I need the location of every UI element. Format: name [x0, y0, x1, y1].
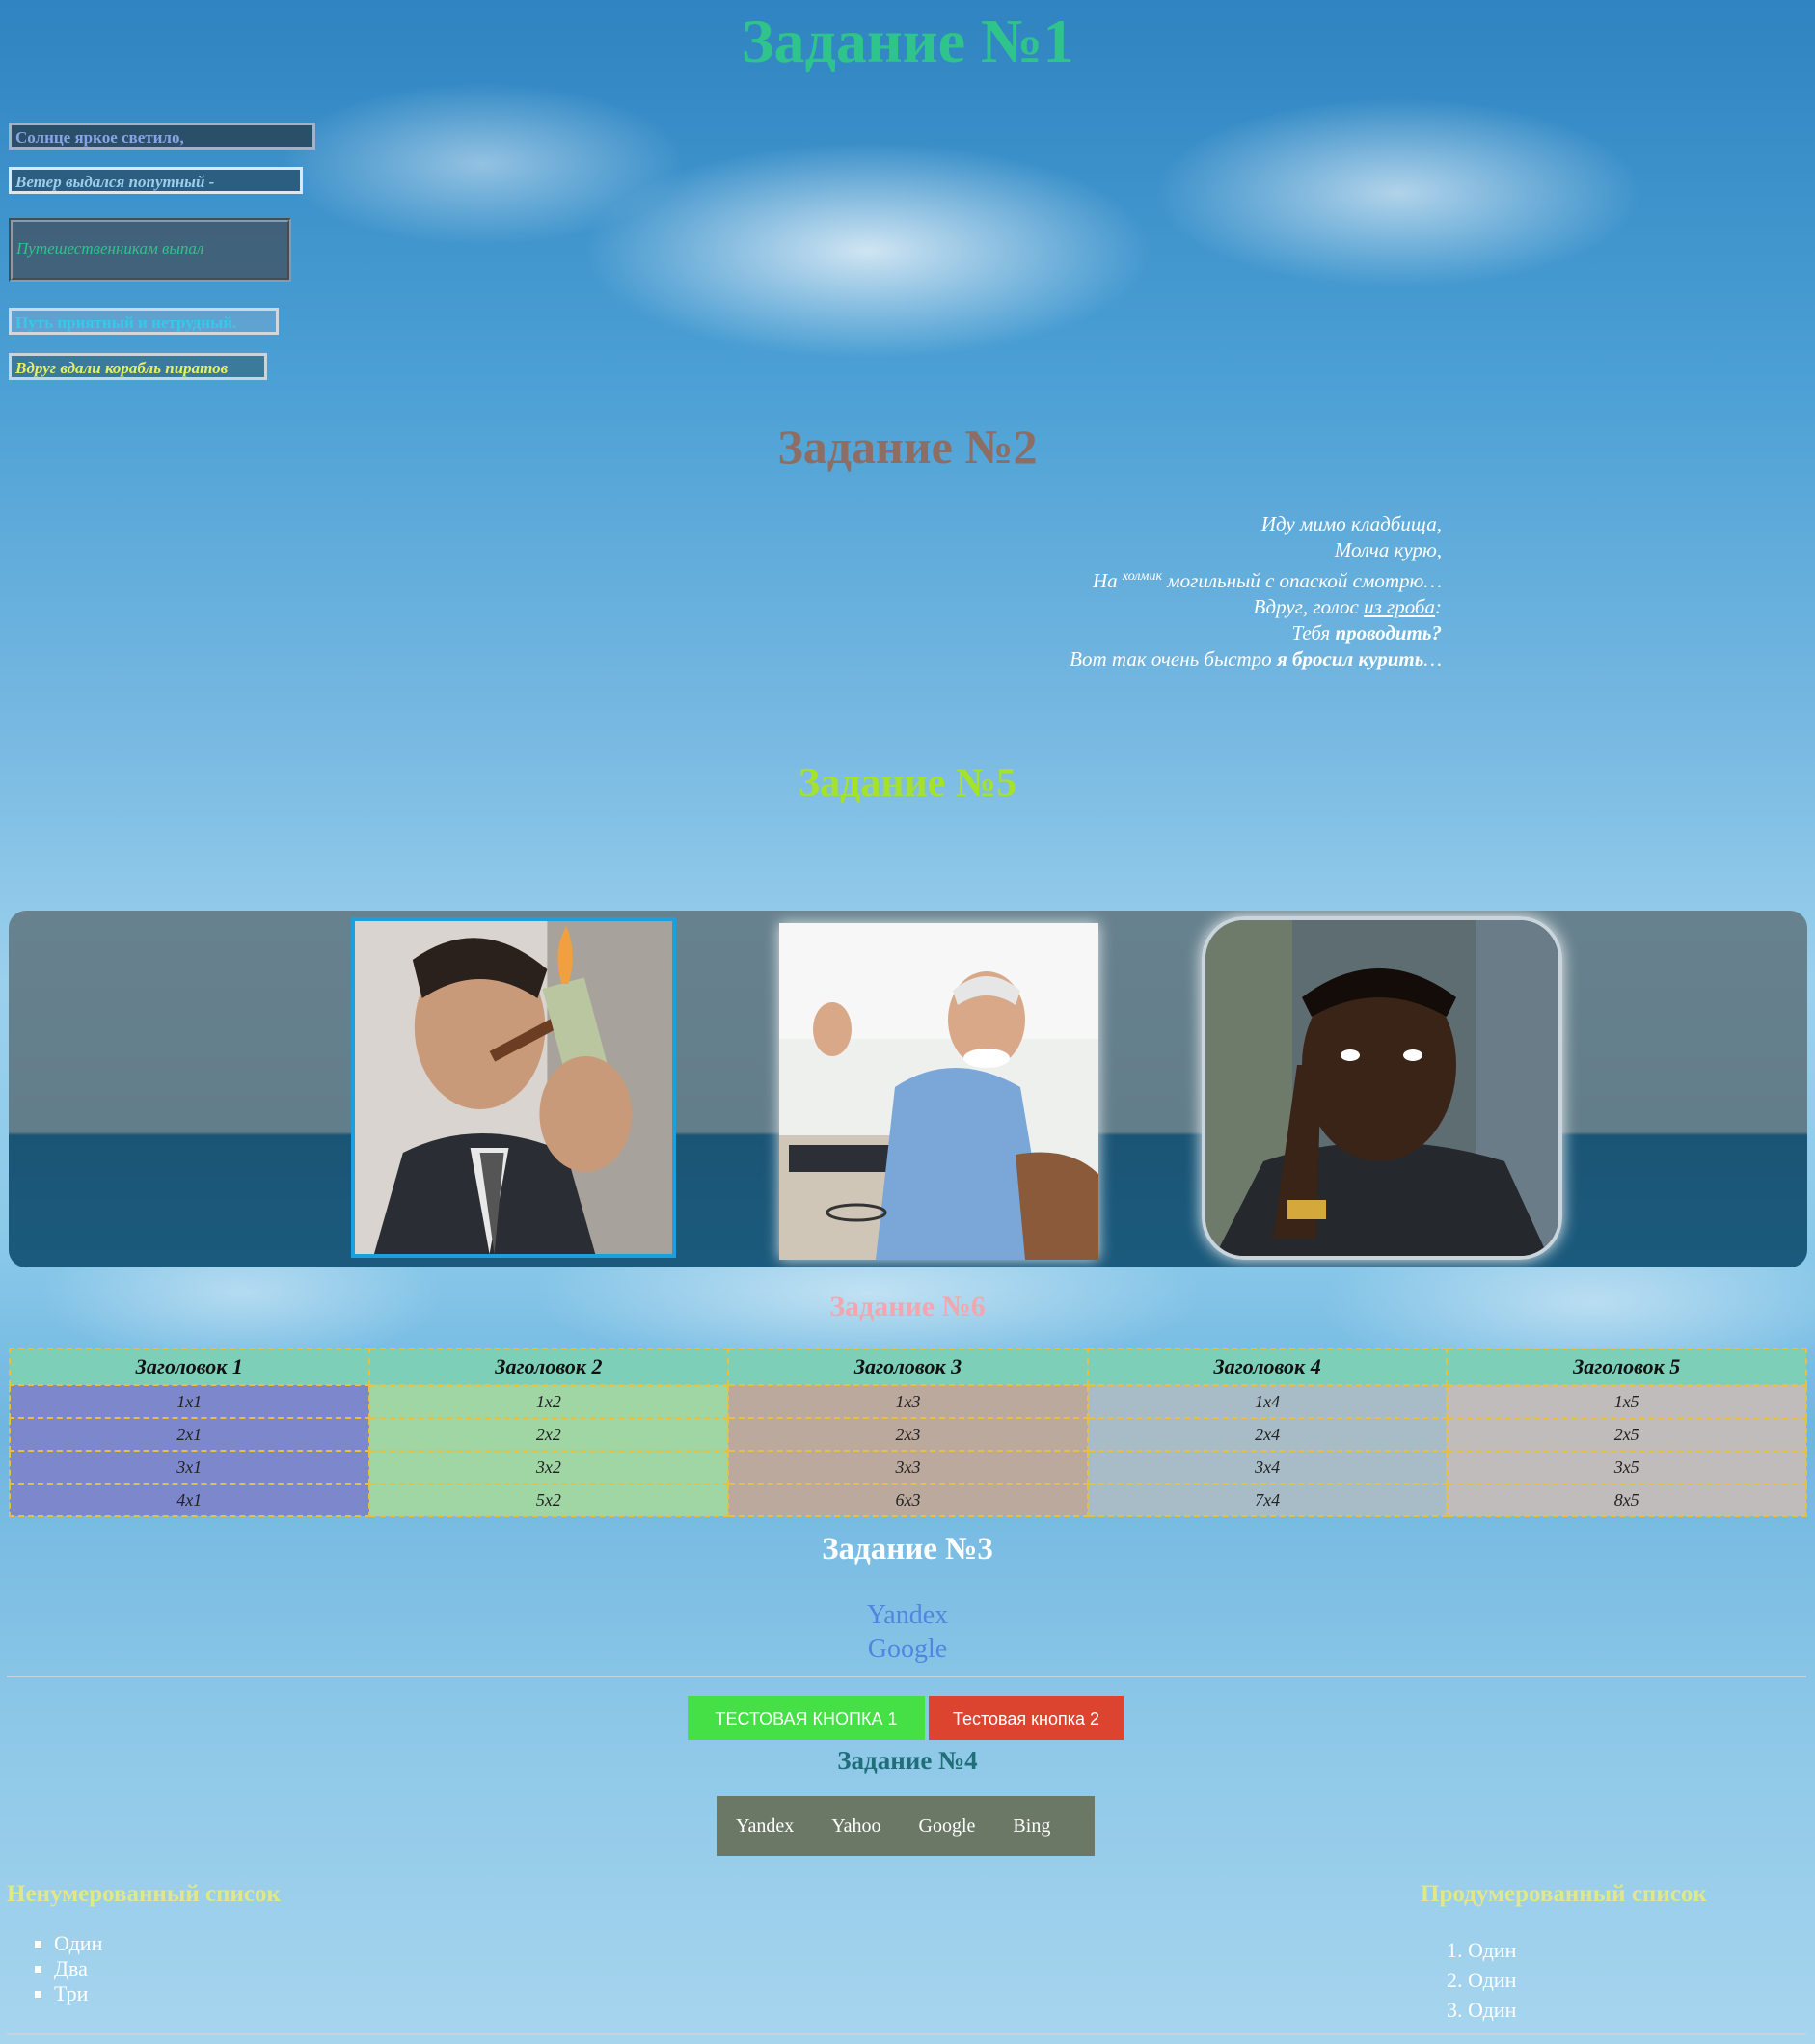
poem-line-3-end: могильный с опаской смотрю…: [1162, 569, 1442, 592]
table-row: 1x1 1x2 1x3 1x4 1x5: [9, 1384, 1807, 1419]
divider: [7, 2033, 1806, 2035]
google-link[interactable]: Google: [0, 1634, 1815, 1665]
table-cell: 1x1: [9, 1384, 370, 1419]
table-cell: 4x1: [9, 1483, 370, 1517]
task6-title: Задание №6: [829, 1291, 986, 1322]
list-item: Два: [54, 1956, 102, 1981]
table-header-cell: Заголовок 1: [9, 1348, 370, 1386]
table-cell: 1x3: [727, 1384, 1089, 1419]
table-cell: 5x2: [367, 1483, 730, 1517]
thinking-man-photo: [1202, 916, 1562, 1260]
task4-title: Задание №4: [837, 1746, 978, 1775]
search-engine-nav: Yandex Yahoo Google Bing: [717, 1796, 1095, 1856]
table-header-cell: Заголовок 4: [1086, 1348, 1449, 1386]
poem-line-6-start: Вот так очень быстро: [1070, 647, 1277, 670]
nav-item-yandex[interactable]: Yandex: [736, 1815, 794, 1838]
table-cell: 1x2: [367, 1384, 730, 1419]
data-table: Заголовок 1 Заголовок 2 Заголовок 3 Заго…: [9, 1348, 1807, 1517]
table-row: 4x1 5x2 6x3 7x4 8x5: [9, 1483, 1807, 1517]
table-cell: 2x2: [367, 1417, 730, 1452]
table-cell: 3x5: [1446, 1450, 1807, 1485]
poem-line-3-start: На: [1092, 569, 1123, 592]
table-cell: 3x4: [1086, 1450, 1449, 1485]
table-cell: 3x2: [367, 1450, 730, 1485]
task3-title: Задание №3: [822, 1532, 993, 1567]
table-cell: 1x4: [1086, 1384, 1449, 1419]
poem-line-4-start: Вдруг, голос: [1253, 595, 1365, 618]
ordered-list: Один Один Один: [1447, 1935, 1516, 2025]
unordered-list-title: Ненумерованный список: [7, 1881, 281, 1907]
poem-line-1: Иду мимо кладбища,: [1260, 512, 1442, 535]
poem-line-5: Тебя проводить?: [0, 620, 1442, 646]
smiling-old-man-photo: [779, 923, 1098, 1260]
table-header-row: Заголовок 1 Заголовок 2 Заголовок 3 Заго…: [9, 1348, 1807, 1386]
table-cell: 2x1: [9, 1417, 370, 1452]
photo-gallery: [9, 911, 1807, 1267]
yandex-link[interactable]: Yandex: [0, 1600, 1815, 1631]
table-cell: 1x5: [1446, 1384, 1807, 1419]
unordered-list: Один Два Три: [33, 1931, 102, 2006]
poem-line-box-5: Вдруг вдали корабль пиратов: [9, 353, 267, 380]
list-item: Один: [1468, 1995, 1516, 2025]
poem-line-box-4: Путь приятный и нетрудный.: [9, 308, 279, 335]
table-row: 3x1 3x2 3x3 3x4 3x5: [9, 1450, 1807, 1485]
poem-bold-text-1: проводить?: [1335, 621, 1442, 644]
task1-title: Задание №1: [741, 7, 1074, 75]
nav-item-google[interactable]: Google: [919, 1815, 976, 1838]
table-cell: 2x4: [1086, 1417, 1449, 1452]
table-cell: 3x3: [727, 1450, 1089, 1485]
poem-line-6-end: …: [1423, 647, 1442, 670]
poem-line-4: Вдруг, голос из гроба:: [0, 594, 1442, 620]
poem-line-box-3: Путешественникам выпал: [9, 218, 291, 282]
poem-line-4-end: :: [1435, 595, 1442, 618]
poem-block: Иду мимо кладбища, Молча курю, На холмик…: [0, 511, 1442, 672]
man-burning-money-photo: [351, 917, 676, 1258]
task2-title: Задание №2: [777, 420, 1038, 474]
poem-underlined-text: из гроба: [1364, 595, 1435, 618]
ordered-list-title: Продумерованный список: [1421, 1881, 1707, 1907]
divider: [7, 1676, 1806, 1677]
list-item: Один: [1468, 1935, 1516, 1965]
table-row: 2x1 2x2 2x3 2x4 2x5: [9, 1417, 1807, 1452]
table-header-cell: Заголовок 2: [367, 1348, 730, 1386]
list-item: Один: [54, 1931, 102, 1956]
list-item: Один: [1468, 1965, 1516, 1995]
table-cell: 2x5: [1446, 1417, 1807, 1452]
poem-line-3: На холмик могильный с опаской смотрю…: [0, 563, 1442, 594]
poem-line-box-1: Солнце яркое светило,: [9, 123, 315, 150]
table-cell: 6x3: [727, 1483, 1089, 1517]
table-cell: 3x1: [9, 1450, 370, 1485]
list-item: Три: [54, 1981, 102, 2006]
test-button-2[interactable]: Тестовая кнопка 2: [929, 1696, 1124, 1740]
nav-item-yahoo[interactable]: Yahoo: [831, 1815, 880, 1838]
table-header-cell: Заголовок 5: [1446, 1348, 1807, 1386]
test-button-1[interactable]: ТЕСТОВАЯ КНОПКА 1: [688, 1696, 925, 1740]
task5-title: Задание №5: [798, 761, 1017, 805]
poem-line-6: Вот так очень быстро я бросил курить…: [0, 646, 1442, 672]
table-header-cell: Заголовок 3: [727, 1348, 1089, 1386]
poem-line-box-2: Ветер выдался попутный -: [9, 167, 303, 194]
poem-bold-text-2: я бросил курить: [1276, 647, 1424, 670]
nav-item-bing[interactable]: Bing: [1013, 1815, 1050, 1838]
poem-line-5-start: Тебя: [1291, 621, 1336, 644]
table-cell: 2x3: [727, 1417, 1089, 1452]
table-cell: 8x5: [1446, 1483, 1807, 1517]
poem-superscript: холмик: [1122, 569, 1163, 584]
poem-line-2: Молча курю,: [1334, 538, 1442, 561]
table-cell: 7x4: [1086, 1483, 1449, 1517]
